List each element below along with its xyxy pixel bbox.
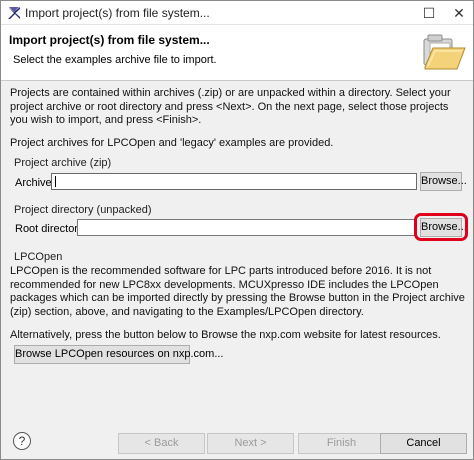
project-directory-group-label: Project directory (unpacked)	[14, 204, 152, 216]
archive-input[interactable]	[51, 173, 417, 190]
title-bar: Import project(s) from file system... ☐ …	[1, 1, 473, 25]
cancel-button[interactable]: Cancel	[380, 433, 467, 454]
intro-note: Project archives for LPCOpen and 'legacy…	[10, 137, 334, 149]
window-title: Import project(s) from file system...	[25, 6, 210, 20]
lpcopen-alternative-text: Alternatively, press the button below to…	[10, 329, 441, 341]
open-folder-icon	[423, 34, 466, 70]
finish-button[interactable]: Finish	[298, 433, 385, 454]
browse-lpcopen-button[interactable]: Browse LPCOpen resources on nxp.com...	[14, 345, 223, 364]
import-dialog: Import project(s) from file system... ☐ …	[0, 0, 474, 460]
banner-description: Select the examples archive file to impo…	[13, 54, 217, 66]
project-archive-group-label: Project archive (zip)	[14, 157, 112, 169]
close-button[interactable]: ✕	[445, 1, 473, 25]
root-directory-input[interactable]	[77, 219, 417, 236]
intro-text: Projects are contained within archives (…	[10, 87, 451, 126]
archive-label: Archive	[15, 177, 52, 189]
maximize-button[interactable]: ☐	[415, 1, 443, 25]
back-button[interactable]: < Back	[118, 433, 205, 454]
archive-browse-button[interactable]: Browse...	[420, 172, 467, 191]
next-button[interactable]: Next >	[207, 433, 294, 454]
wizard-banner: Import project(s) from file system... Se…	[1, 25, 473, 81]
root-directory-label: Root directory	[15, 223, 84, 235]
highlight-annotation	[414, 213, 468, 241]
lpcopen-group-label: LPCOpen	[14, 251, 63, 263]
help-icon[interactable]: ?	[13, 432, 31, 450]
lpcopen-description: LPCOpen is the recommended software for …	[10, 265, 465, 318]
banner-title: Import project(s) from file system...	[9, 33, 210, 47]
eclipse-app-icon	[8, 7, 20, 19]
